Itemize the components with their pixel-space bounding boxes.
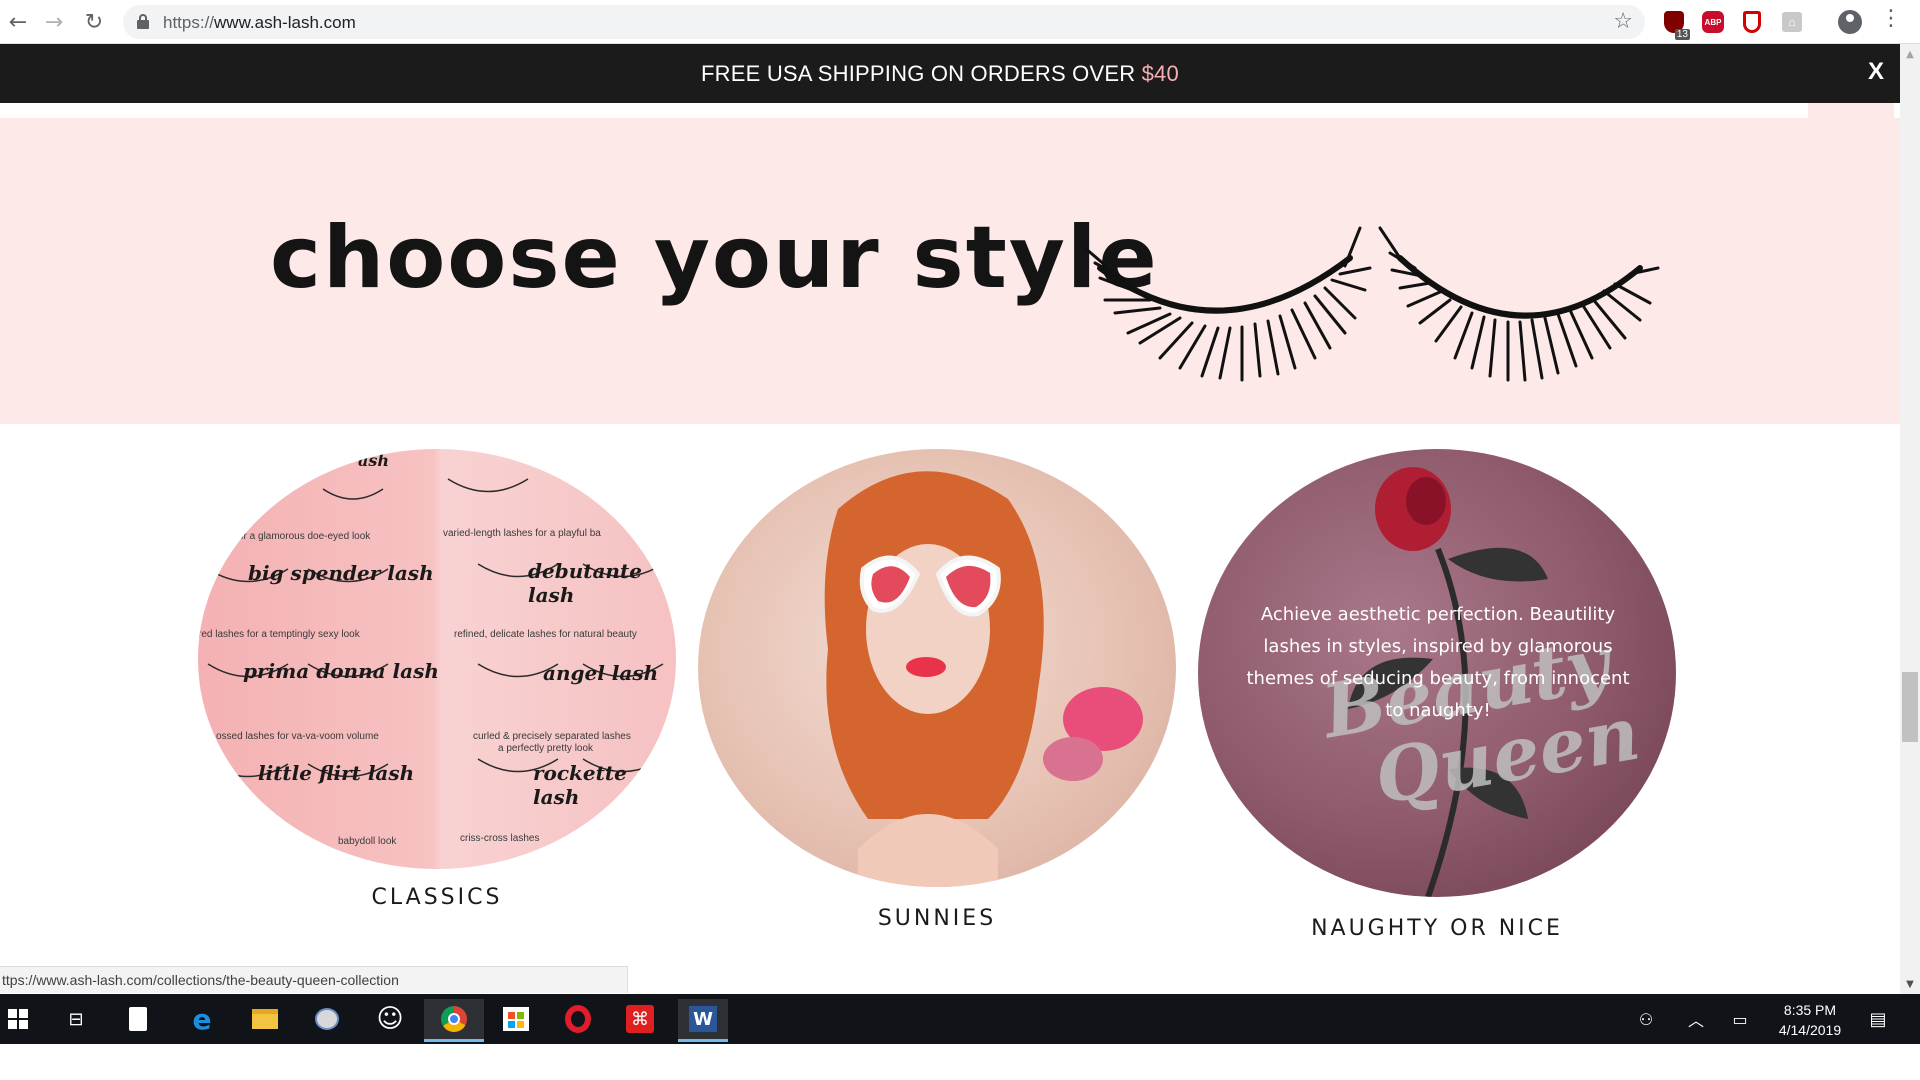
- scroll-up-arrow-icon[interactable]: ▲: [1900, 44, 1920, 64]
- task-view-icon[interactable]: ⊟: [58, 1001, 94, 1037]
- lash-caption: babydoll look: [338, 836, 397, 847]
- keyboard-touch-icon[interactable]: ▭: [1722, 1001, 1758, 1037]
- announcement-bar: FREE USA SHIPPING ON ORDERS OVER $40 X: [0, 44, 1900, 103]
- lash-name: little flirt lash: [258, 761, 415, 785]
- collection-overlay-text: Achieve aesthetic perfection. Beautility…: [1246, 604, 1630, 721]
- acrobat-reader-icon[interactable]: ⌘: [622, 1001, 658, 1037]
- notepad-icon[interactable]: [120, 1001, 156, 1037]
- collection-label-classics[interactable]: CLASSICS: [198, 885, 676, 910]
- scrollbar-thumb[interactable]: [1902, 672, 1918, 742]
- lash-caption: ossed lashes for va-va-voom volume: [216, 731, 379, 742]
- lash-name: debutante lash: [528, 559, 642, 607]
- profile-avatar-icon[interactable]: [1838, 10, 1862, 34]
- store-icon[interactable]: [498, 1001, 534, 1037]
- system-clock[interactable]: 8:35 PM 4/14/2019: [1770, 1000, 1850, 1040]
- lock-icon[interactable]: [137, 14, 149, 30]
- lash-name: ash: [358, 451, 390, 470]
- hero-notch: [1808, 103, 1894, 118]
- back-icon[interactable]: ←: [2, 6, 34, 38]
- lash-caption: red lashes for a temptingly sexy look: [198, 629, 360, 640]
- lash-name: rockette lash: [533, 761, 627, 809]
- show-hidden-icons-chevron-icon[interactable]: ︿: [1678, 1001, 1714, 1037]
- close-announcement-button[interactable]: X: [1868, 58, 1884, 86]
- screen-margin: [0, 1044, 1920, 1080]
- lash-caption: a perfectly pretty look: [498, 743, 594, 754]
- paint-icon[interactable]: [309, 1001, 345, 1037]
- announcement-text: FREE USA SHIPPING ON ORDERS OVER $40: [701, 61, 1179, 86]
- hero-title: choose your style: [270, 208, 1159, 308]
- lash-caption: curled & precisely separated lashes: [473, 731, 631, 742]
- browser-toolbar: ← → ↻ https://www.ash-lash.com ☆ 13 ABP …: [0, 0, 1920, 44]
- adblock-plus-extension-icon[interactable]: ABP: [1701, 10, 1725, 34]
- chrome-taskbar-icon[interactable]: [424, 999, 484, 1042]
- page-content: choose your style ash or a glamorous doe…: [0, 103, 1900, 994]
- browser-menu-icon[interactable]: ⋮: [1880, 6, 1902, 31]
- word-icon[interactable]: W: [678, 999, 728, 1042]
- lash-caption: varied-length lashes for a playful ba: [443, 528, 601, 539]
- collection-label-sunnies[interactable]: SUNNIES: [698, 906, 1176, 931]
- windows-taskbar: ⊟ e ☺ ⌘ W ⚇ ︿ ▭ 8:35 PM 4/14/2019 ▤: [0, 994, 1920, 1044]
- url-text[interactable]: https://www.ash-lash.com: [163, 13, 356, 33]
- collection-label-naughty-or-nice[interactable]: NAUGHTY OR NICE: [1198, 916, 1676, 941]
- people-icon[interactable]: ⚇: [1628, 1001, 1664, 1037]
- file-explorer-icon[interactable]: [247, 1001, 283, 1037]
- lash-name: angel lash: [543, 661, 659, 685]
- eyelashes-image: [1083, 226, 1660, 382]
- edge-browser-icon[interactable]: e: [184, 1001, 220, 1037]
- lash-caption: refined, delicate lashes for natural bea…: [454, 629, 637, 640]
- windows-start-icon[interactable]: [0, 1001, 36, 1037]
- feedback-smiley-icon[interactable]: ☺: [372, 1001, 408, 1037]
- hero-banner: choose your style: [0, 118, 1900, 424]
- page-scrollbar[interactable]: [1900, 44, 1920, 994]
- extension-icon[interactable]: ⌂: [1780, 10, 1804, 34]
- shield-extension-icon[interactable]: [1740, 10, 1764, 34]
- sunnies-collection-image[interactable]: [698, 449, 1176, 887]
- action-center-icon[interactable]: ▤: [1860, 1001, 1896, 1037]
- model-portrait: [824, 471, 1143, 887]
- reload-icon[interactable]: ↻: [78, 6, 110, 38]
- naughty-or-nice-collection-image[interactable]: Beauty Queen Achieve aesthetic perfection…: [1198, 449, 1676, 897]
- lash-name: prima donna lash: [243, 659, 439, 683]
- ublock-extension-icon[interactable]: 13: [1662, 10, 1690, 40]
- opera-icon[interactable]: [560, 1001, 596, 1037]
- bookmark-star-icon[interactable]: ☆: [1613, 9, 1633, 34]
- scroll-down-arrow-icon[interactable]: ▼: [1900, 974, 1920, 994]
- status-bar-url: ttps://www.ash-lash.com/collections/the-…: [0, 966, 628, 993]
- classics-collection-image[interactable]: ash or a glamorous doe-eyed look varied-…: [198, 449, 676, 869]
- lash-caption: or a glamorous doe-eyed look: [238, 531, 371, 542]
- lash-name: big spender lash: [248, 561, 434, 585]
- forward-icon[interactable]: →: [38, 6, 70, 38]
- lash-caption: criss-cross lashes: [460, 833, 540, 844]
- address-bar[interactable]: https://www.ash-lash.com ☆: [123, 5, 1645, 39]
